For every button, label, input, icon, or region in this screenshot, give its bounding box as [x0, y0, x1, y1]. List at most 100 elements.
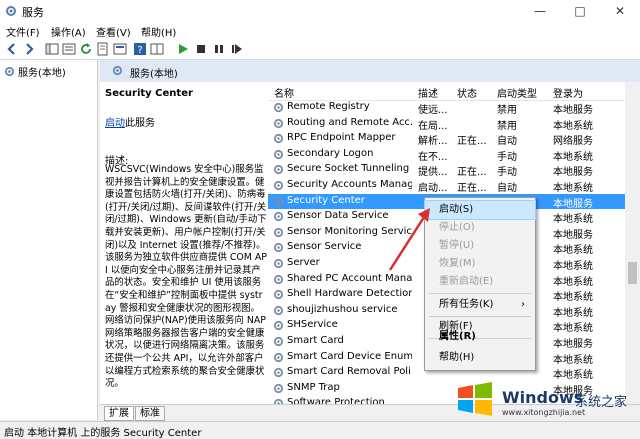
service-log-on-as: 本地系统	[553, 120, 593, 132]
menu-item-label: 帮助(H)	[439, 352, 475, 363]
service-log-on-as: 本地系统	[553, 261, 593, 272]
tab-standard[interactable]: 标准	[135, 406, 165, 421]
service-name: Security Center	[287, 194, 365, 206]
service-log-on-as: 本地系统	[553, 245, 593, 257]
service-name: Sensor Service	[287, 241, 362, 253]
maximize-button[interactable]: □	[560, 0, 600, 22]
service-name: Routing and Remote Acc...	[287, 116, 412, 128]
export-list-icon[interactable]	[96, 42, 110, 56]
column-name[interactable]: 名称	[274, 85, 294, 100]
service-name: Smart Card Removal Poli...	[287, 366, 412, 378]
menu-file[interactable]: 文件(F)	[6, 24, 40, 39]
status-bar: 启动 本地计算机 上的服务 Security Center	[0, 421, 640, 439]
service-gear-icon	[273, 352, 284, 362]
service-startup-type: 手动	[497, 167, 517, 179]
service-gear-icon	[273, 196, 284, 206]
service-log-on-as: 本地系统	[553, 276, 593, 288]
pause-service-icon[interactable]	[212, 42, 226, 56]
column-status[interactable]: 状态	[457, 85, 477, 100]
tab-extended[interactable]: 扩展	[104, 406, 134, 421]
tree-node-label: 服务(本地)	[18, 68, 66, 79]
console-tree-icon[interactable]	[45, 42, 59, 56]
service-gear-icon	[273, 274, 284, 284]
stop-service-icon[interactable]	[194, 42, 208, 56]
menu-item-pause: 暂停(U)	[425, 237, 535, 255]
service-name: Remote Registry	[287, 101, 370, 112]
service-log-on-as: 本地服务	[553, 198, 593, 210]
start-service-icon[interactable]	[176, 42, 190, 56]
service-gear-icon	[273, 258, 284, 269]
service-name: Sensor Data Service	[287, 210, 389, 222]
service-gear-icon	[273, 149, 284, 159]
service-name: Security Accounts Manag...	[287, 179, 412, 190]
column-description[interactable]: 描述	[418, 85, 438, 100]
menu-item-help[interactable]: 帮助(H)	[425, 349, 535, 367]
show-hide-icon[interactable]	[150, 42, 164, 56]
service-description: 在不...	[418, 151, 448, 163]
menu-item-label: 恢复(M)	[439, 258, 476, 269]
menu-help[interactable]: 帮助(H)	[141, 24, 176, 39]
service-status: 正在...	[457, 136, 487, 148]
minimize-button[interactable]: —	[520, 0, 560, 22]
service-name: shoujizhushou service	[287, 303, 398, 315]
service-gear-icon	[273, 321, 284, 331]
column-startup-type[interactable]: 启动类型	[497, 85, 537, 100]
service-name: SNMP Trap	[287, 381, 340, 393]
scrollbar-thumb[interactable]	[628, 262, 637, 284]
service-log-on-as: 本地服务	[553, 105, 593, 116]
restart-service-icon[interactable]	[230, 42, 244, 56]
service-startup-type: 禁用	[497, 120, 517, 132]
menu-item-all-tasks[interactable]: 所有任务(K) ›	[425, 296, 535, 314]
service-description: 在局...	[418, 120, 448, 132]
service-row[interactable]: Routing and Remote Acc... 在局... 禁用 本地系统	[268, 116, 625, 132]
menu-action[interactable]: 操作(A)	[51, 24, 86, 39]
menu-view[interactable]: 查看(V)	[96, 24, 131, 39]
service-row[interactable]: Secure Socket Tunneling ... 提供... 正在... 手动 本…	[268, 162, 625, 178]
tree-node-services-local[interactable]: 服务(本地)	[4, 64, 66, 79]
services-gear-icon	[112, 65, 123, 76]
service-gear-icon	[273, 383, 284, 393]
window-title: 服务	[22, 6, 44, 19]
pane-header-title: 服务(本地)	[130, 69, 178, 80]
column-log-on-as[interactable]: 登录为	[553, 85, 583, 100]
forward-arrow-icon[interactable]	[22, 42, 36, 56]
properties-icon[interactable]	[113, 42, 127, 56]
service-log-on-as: 本地服务	[553, 229, 593, 241]
service-row[interactable]: Remote Registry 使远... 禁用 本地服务	[268, 100, 625, 116]
service-name: Smart Card	[287, 335, 344, 346]
menu-item-label: 停止(O)	[439, 222, 475, 233]
service-startup-type: 自动	[497, 136, 517, 148]
submenu-arrow-icon: ›	[521, 299, 525, 310]
list-view-icon[interactable]	[62, 42, 76, 56]
close-button[interactable]: ✕	[600, 0, 640, 22]
start-service-suffix: 此服务	[125, 118, 155, 129]
back-arrow-icon[interactable]	[5, 42, 19, 56]
services-gear-icon	[4, 66, 15, 77]
vertical-scrollbar[interactable]	[625, 82, 640, 404]
service-description: 启动...	[418, 183, 448, 194]
service-gear-icon	[273, 102, 284, 113]
service-log-on-as: 本地系统	[553, 307, 593, 319]
menu-item-label: 重新启动(E)	[439, 276, 494, 287]
service-row[interactable]: RPC Endpoint Mapper 解析... 正在... 自动 网络服务	[268, 131, 625, 147]
menu-item-restart: 重新启动(E)	[425, 273, 535, 291]
service-log-on-as: 本地系统	[553, 354, 593, 366]
description-panel: Security Center 启动此服务 描述: WSCSVC(Windows…	[100, 82, 268, 404]
refresh-icon[interactable]	[79, 42, 93, 56]
service-log-on-as: 本地服务	[553, 167, 593, 179]
service-name: Server	[287, 257, 320, 268]
services-app-icon	[6, 6, 16, 16]
menu-item-label: 属性(R)	[439, 331, 476, 342]
service-log-on-as: 本地系统	[553, 151, 593, 163]
start-service-link[interactable]: 启动	[105, 118, 125, 129]
service-row[interactable]: Security Accounts Manag... 启动... 正在... 自动 本地…	[268, 178, 625, 194]
help-icon[interactable]: ?	[133, 42, 147, 56]
service-gear-icon	[273, 243, 284, 253]
menu-item-start[interactable]: 启动(S)	[424, 200, 536, 220]
menu-item-properties[interactable]: 属性(R)	[425, 328, 535, 346]
column-header-row: 名称 描述 状态 启动类型 登录为	[268, 82, 625, 101]
service-row[interactable]: Secondary Logon 在不... 手动 本地系统	[268, 147, 625, 163]
service-description: 使远...	[418, 105, 448, 116]
start-service-text: 启动此服务	[105, 114, 155, 129]
service-log-on-as: 本地系统	[553, 214, 593, 226]
